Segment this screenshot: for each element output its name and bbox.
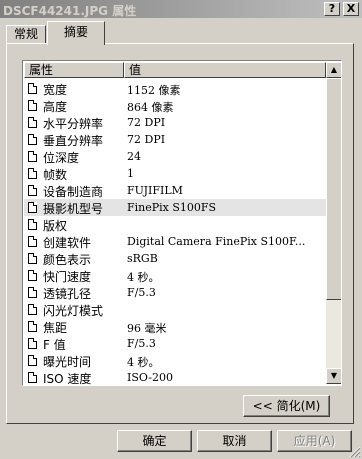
property-name: 宽度 (43, 83, 68, 97)
list-row[interactable]: ISO 速度 ISO-200 (24, 369, 326, 386)
property-name: ISO 速度 (43, 372, 92, 386)
list-row[interactable]: 曝光时间 4 秒。 (24, 352, 326, 369)
document-icon (28, 219, 37, 230)
property-name: F 值 (43, 338, 66, 352)
document-icon (28, 287, 37, 298)
property-value: sRGB (127, 252, 158, 265)
property-name: 曝光时间 (43, 355, 92, 369)
property-name: 摄影机型号 (43, 202, 104, 216)
close-button[interactable]: X (343, 2, 359, 16)
property-name: 焦距 (43, 321, 68, 335)
document-icon (28, 372, 37, 383)
list-row[interactable]: 透镜孔径 F/5.3 (24, 284, 326, 301)
list-row[interactable]: 帧数 1 (24, 165, 326, 182)
document-icon (28, 185, 37, 196)
property-name: 高度 (43, 100, 68, 114)
property-name: 闪光灯模式 (43, 304, 104, 318)
document-icon (28, 304, 37, 315)
title-bar: DSCF44241.JPG 属性 ? X (0, 0, 362, 18)
property-name: 快门速度 (43, 270, 92, 284)
simplify-button[interactable]: << 简化(M) (243, 395, 330, 417)
document-icon (28, 202, 37, 213)
document-icon (28, 236, 37, 247)
property-name: 创建软件 (43, 236, 92, 250)
property-value: 4 秒。 (127, 356, 160, 369)
property-name: 版权 (43, 219, 68, 233)
property-value: 96 毫米 (127, 322, 167, 335)
list-rows: 宽度 1152 像素高度 864 像素水平分辨率 72 DPI 垂直分辨率 72 DPI 位… (24, 80, 326, 386)
list-row[interactable]: F 值 F/5.3 (24, 335, 326, 352)
list-row[interactable]: 水平分辨率 72 DPI (24, 114, 326, 131)
list-row[interactable]: 版权 (24, 216, 326, 233)
property-value: 4 秒。 (127, 271, 160, 284)
document-icon (28, 321, 37, 332)
property-value: ISO-200 (127, 371, 174, 384)
property-value: FinePix S100FS (127, 201, 217, 214)
property-name: 水平分辨率 (43, 117, 104, 131)
document-icon (28, 355, 37, 366)
header-property[interactable]: 属性 (24, 62, 124, 78)
vertical-scrollbar[interactable]: ▲ ▼ (326, 62, 341, 384)
property-value: 1152 像素 (127, 84, 181, 97)
list-row[interactable]: 位深度 24 (24, 148, 326, 165)
ok-button[interactable]: 确定 (117, 430, 192, 452)
document-icon (28, 270, 37, 281)
property-value: 72 DPI (127, 116, 166, 129)
document-icon (28, 253, 37, 264)
tab-general[interactable]: 常规 (6, 25, 46, 44)
document-icon (28, 100, 37, 111)
property-list[interactable]: 属性 值 宽度 1152 像素高度 864 像素水平分辨率 72 DPI 垂直分辨率 72… (22, 60, 342, 386)
list-row[interactable]: 高度 864 像素 (24, 97, 326, 114)
cancel-button[interactable]: 取消 (197, 430, 272, 452)
scroll-up-button[interactable]: ▲ (326, 62, 341, 78)
property-value: F/5.3 (127, 286, 156, 299)
list-row[interactable]: 垂直分辨率 72 DPI (24, 131, 326, 148)
property-value: 24 (127, 150, 141, 163)
property-name: 设备制造商 (43, 185, 104, 199)
property-value: 864 像素 (127, 101, 174, 114)
list-row[interactable]: 颜色表示 sRGB (24, 250, 326, 267)
list-header: 属性 值 (24, 62, 326, 78)
scroll-thumb[interactable] (326, 78, 341, 300)
window-title: DSCF44241.JPG 属性 (3, 4, 137, 18)
property-name: 垂直分辨率 (43, 134, 104, 148)
document-icon (28, 134, 37, 145)
list-row[interactable]: 摄影机型号 FinePix S100FS (24, 199, 326, 216)
help-button[interactable]: ? (324, 2, 340, 16)
document-icon (28, 117, 37, 128)
header-value[interactable]: 值 (124, 62, 326, 78)
list-row[interactable]: 创建软件 Digital Camera FinePix S100F... (24, 233, 326, 250)
resize-grip-icon[interactable] (349, 446, 361, 458)
property-name: 帧数 (43, 168, 68, 182)
document-icon (28, 168, 37, 179)
property-value: 72 DPI (127, 133, 166, 146)
document-icon (28, 338, 37, 349)
list-row[interactable]: 焦距 96 毫米 (24, 318, 326, 335)
property-value: FUJIFILM (127, 184, 183, 197)
property-value: 1 (127, 167, 134, 180)
document-icon (28, 151, 37, 162)
property-value: F/5.3 (127, 337, 156, 350)
document-icon (28, 83, 37, 94)
list-row[interactable]: 闪光灯模式 (24, 301, 326, 318)
apply-button[interactable]: 应用(A) (277, 430, 352, 452)
list-row[interactable]: 快门速度 4 秒。 (24, 267, 326, 284)
list-row[interactable]: 宽度 1152 像素 (24, 80, 326, 97)
list-row[interactable]: 设备制造商 FUJIFILM (24, 182, 326, 199)
tab-summary[interactable]: 摘要 (47, 21, 105, 45)
scroll-down-button[interactable]: ▼ (326, 368, 341, 384)
property-name: 颜色表示 (43, 253, 92, 267)
property-name: 位深度 (43, 151, 80, 165)
property-name: 透镜孔径 (43, 287, 92, 301)
property-value: Digital Camera FinePix S100F... (127, 235, 306, 248)
